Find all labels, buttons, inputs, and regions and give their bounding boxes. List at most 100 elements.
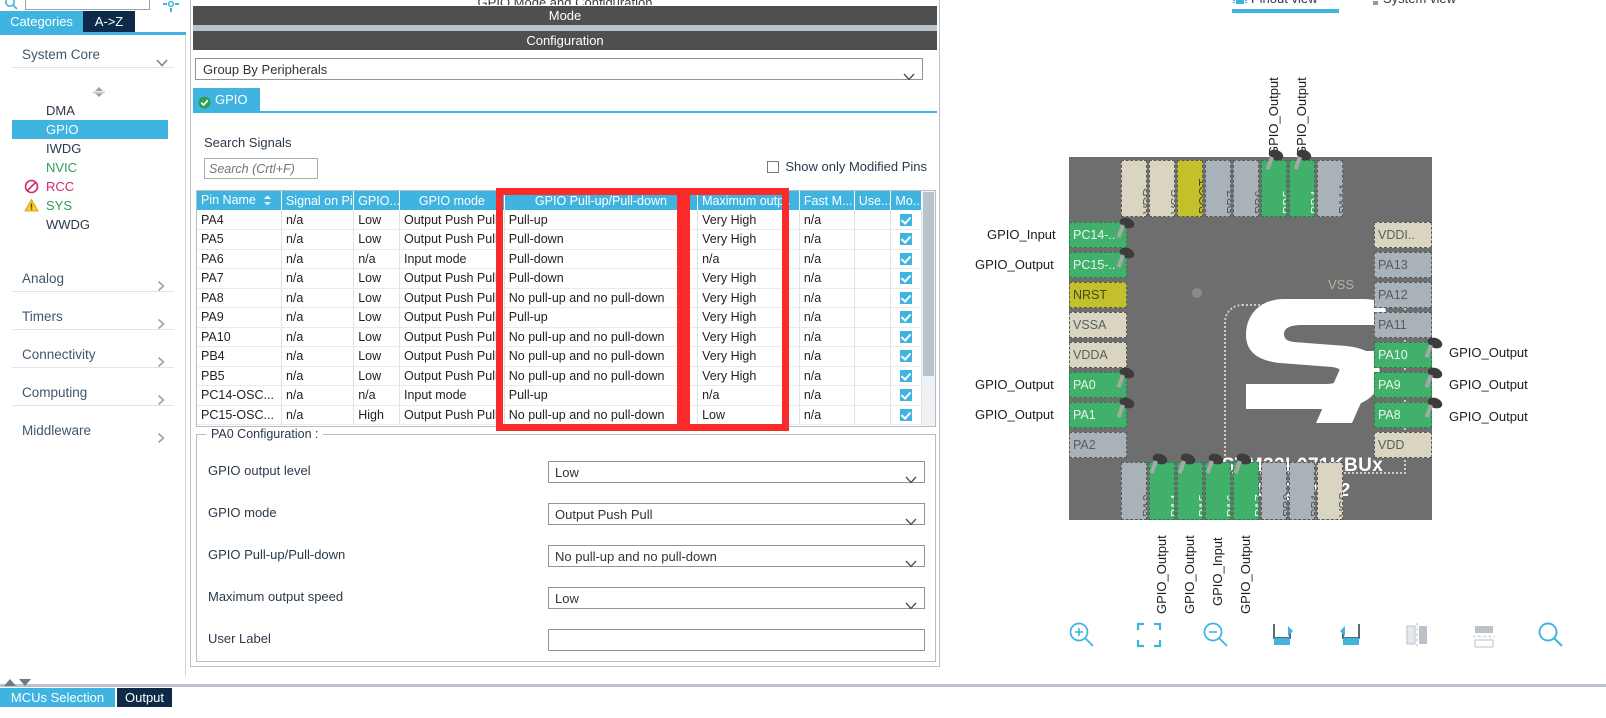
scrollbar-thumb[interactable] (923, 192, 934, 376)
chip-pin-vddio[interactable]: VDDI.. (1374, 222, 1432, 248)
table-row[interactable]: PA6 n/a n/a Input mode Pull-down n/a n/a (197, 249, 922, 269)
modified-checkbox[interactable] (900, 350, 913, 363)
zoom-in-icon[interactable] (1065, 618, 1105, 652)
sidebar-item-rcc[interactable]: RCC (12, 177, 186, 196)
gpio-mode-select[interactable]: Output Push Pull (548, 503, 925, 526)
column-header-gpio-output-level[interactable]: GPIO... (353, 191, 400, 210)
show-only-modified-pins-checkbox[interactable]: Show only Modified Pins (767, 159, 927, 174)
rotate-left-icon[interactable] (1333, 618, 1373, 652)
modified-checkbox[interactable] (900, 311, 913, 324)
table-row[interactable]: PA8 n/a Low Output Push Pull No pull-up and … (197, 288, 922, 308)
config-label: GPIO output level (208, 463, 311, 478)
tab-output[interactable]: Output (117, 688, 172, 707)
tab-pinout-view[interactable]: Pinout view (1233, 0, 1317, 6)
chip-pin-pb7[interactable]: PB7 (1205, 160, 1231, 217)
tab-gpio[interactable]: GPIO (193, 88, 260, 111)
sidebar-item-nvic[interactable]: NVIC (12, 158, 186, 177)
scroll-up-handle[interactable] (90, 85, 108, 99)
category-group-timers: Timers (12, 303, 174, 330)
tab-mcus-selection[interactable]: MCUs Selection (0, 688, 115, 707)
category-header-analog[interactable]: Analog (12, 265, 174, 292)
cell-modified (890, 307, 922, 328)
search-pin-icon[interactable] (1534, 618, 1574, 652)
chip-pin-vssa[interactable]: VSSA (1069, 312, 1127, 338)
chevron-down-icon (905, 595, 917, 616)
config-label: GPIO mode (208, 505, 277, 520)
chip-pin-pa14[interactable]: PA14 (1317, 160, 1343, 217)
table-vertical-scrollbar[interactable] (922, 191, 935, 426)
cell-user-label (854, 346, 892, 367)
chip-pin-pb1[interactable]: PB1 (1289, 462, 1315, 520)
chip-pin-pa2[interactable]: PA2 (1069, 432, 1127, 458)
zoom-out-icon[interactable] (1199, 618, 1239, 652)
table-row[interactable]: PC15-OSC... n/a High Output Push Pull No pul… (197, 405, 922, 425)
search-signals-input[interactable] (204, 158, 318, 179)
chip-pin-vss-top[interactable]: VSS (1149, 160, 1175, 217)
column-header-gpio-mode[interactable]: GPIO mode (399, 191, 505, 210)
tab-system-view[interactable]: System view (1365, 0, 1456, 6)
chip-pin-boot0[interactable]: BOOT.. (1177, 160, 1203, 217)
category-header-computing[interactable]: Computing (12, 379, 174, 406)
pinout-icon (1233, 0, 1247, 5)
table-row[interactable]: PA7 n/a Low Output Push Pull Pull-down Very H… (197, 268, 922, 289)
maximum-output-speed-select[interactable]: Low (548, 587, 925, 610)
tab-a-to-z[interactable]: A->Z (83, 11, 135, 32)
gpio-pull-up-pull-down-select[interactable]: No pull-up and no pull-down (548, 545, 925, 568)
modified-checkbox[interactable] (900, 408, 913, 421)
table-row[interactable]: PC14-OSC... n/a n/a Input mode Pull-up n/a n/a (197, 385, 922, 406)
flip-horizontal-icon[interactable] (1400, 618, 1440, 652)
category-header-timers[interactable]: Timers (12, 303, 174, 330)
tab-categories[interactable]: Categories (0, 11, 83, 32)
table-row[interactable]: PA4 n/a Low Output Push Pull Pull-up Very Hig… (197, 210, 922, 230)
column-header-pin-name[interactable]: Pin Name (197, 191, 282, 210)
sidebar-item-iwdg[interactable]: IWDG (12, 139, 186, 158)
search-icon[interactable] (4, 0, 18, 10)
modified-checkbox[interactable] (900, 213, 913, 226)
gpio-output-level-select[interactable]: Low (548, 461, 925, 484)
column-header-maximum-output-speed[interactable]: Maximum outp.. (697, 191, 800, 210)
category-group-connectivity: Connectivity (12, 341, 174, 368)
sidebar-item-wwdg[interactable]: WWDG (12, 215, 186, 234)
modified-checkbox[interactable] (900, 330, 913, 343)
sidebar-item-dma[interactable]: DMA (12, 101, 186, 120)
flip-vertical-icon[interactable] (1467, 618, 1507, 652)
category-header-middleware[interactable]: Middleware (12, 417, 174, 444)
category-header-connectivity[interactable]: Connectivity (12, 341, 174, 368)
chip-pin-pb0[interactable]: PB0 (1261, 462, 1287, 520)
modified-checkbox[interactable] (900, 389, 913, 402)
chip-pin-vss-bottom[interactable]: VSS (1317, 462, 1343, 520)
modified-checkbox[interactable] (900, 252, 913, 265)
group-by-select[interactable]: Group By Peripherals (195, 58, 923, 81)
chip-pin-pa12[interactable]: PA12 (1374, 282, 1432, 308)
modified-checkbox[interactable] (900, 233, 913, 246)
splitter-toggle[interactable] (3, 676, 33, 688)
pushpin-icon (1111, 394, 1141, 424)
chip-pin-nrst[interactable]: NRST (1069, 282, 1127, 308)
rotate-right-icon[interactable] (1266, 618, 1306, 652)
modified-checkbox[interactable] (900, 369, 913, 382)
table-row[interactable]: PB4 n/a Low Output Push Pull No pull-up and … (197, 346, 922, 367)
category-search-input[interactable] (25, 0, 150, 10)
chip-pin-vdd-right[interactable]: VDD (1374, 432, 1432, 458)
user-label-input[interactable] (548, 629, 925, 651)
table-row[interactable]: PA10 n/a Low Output Push Pull No pull-up and… (197, 327, 922, 347)
table-row[interactable]: PB5 n/a Low Output Push Pull No pull-up and … (197, 366, 922, 386)
chip-pin-pb6[interactable]: PB6 (1233, 160, 1259, 217)
chip-pin-pa13[interactable]: PA13 (1374, 252, 1432, 278)
column-header-fast-mode[interactable]: Fast M... (799, 191, 855, 210)
fit-to-screen-icon[interactable] (1132, 618, 1172, 652)
bottom-divider (0, 684, 1606, 687)
modified-checkbox[interactable] (900, 291, 913, 304)
chip-pin-vdd-top[interactable]: VDD (1121, 160, 1147, 217)
sidebar-item-gpio[interactable]: GPIO (12, 120, 168, 139)
column-header-signal-on-pin[interactable]: Signal on Pin (281, 191, 355, 210)
column-header-modified[interactable]: Mo... (890, 191, 922, 210)
column-header-gpio-pull-up-pull-down[interactable]: GPIO Pull-up/Pull-down (504, 191, 699, 210)
table-row[interactable]: PA5 n/a Low Output Push Pull Pull-down Very H… (197, 229, 922, 250)
sidebar-item-sys[interactable]: SYS (12, 196, 186, 215)
modified-checkbox[interactable] (900, 272, 913, 285)
column-header-user-label[interactable]: Use... (854, 191, 892, 210)
chip-diagram[interactable]: VSS STM32L071KBUx UFQFPN32 VDD VSS BOOT.… (945, 18, 1606, 648)
table-row[interactable]: PA9 n/a Low Output Push Pull Pull-up Very Hig… (197, 307, 922, 328)
category-header-system-core[interactable]: System Core (12, 41, 174, 68)
